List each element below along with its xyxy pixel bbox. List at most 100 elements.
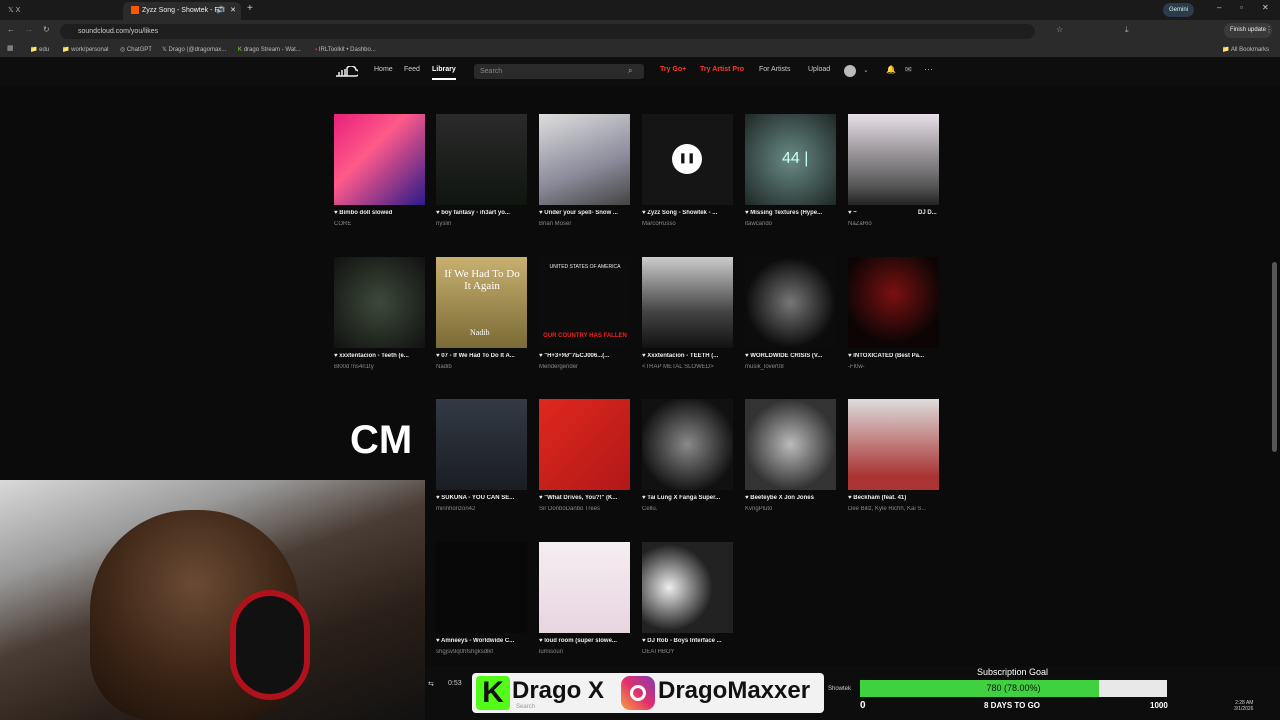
url-field[interactable]: soundcloud.com/you/likes	[60, 24, 1035, 39]
track-artist[interactable]: MarcoRusso	[642, 221, 737, 227]
track-title[interactable]: ♥ Under your spell- Snow ...	[539, 210, 634, 216]
forward-icon[interactable]: →	[25, 25, 33, 34]
track-title[interactable]: ♥ Beeteybe X Jon Jones	[745, 495, 840, 501]
track-artwork[interactable]	[848, 114, 939, 205]
player-toggle-icon[interactable]: ⇆	[428, 680, 434, 688]
track-artist[interactable]: Dee Billz, Kyle Richh, Kai S...	[848, 506, 943, 512]
messages-envelope-icon[interactable]: ✉	[905, 65, 912, 74]
track-artist[interactable]: Cellu.	[642, 506, 737, 512]
track-title[interactable]: ♥ SUKUNA - YOU CAN SE...	[436, 495, 531, 501]
bookmark-irltoolkit[interactable]: ▪ IRLToolkit • Dashbo...	[315, 44, 376, 56]
reload-icon[interactable]: ↻	[43, 25, 50, 34]
track-artist[interactable]: -Fl0w-	[848, 364, 943, 370]
track-title[interactable]: ♥ 07 - If We Had To Do It A...	[436, 353, 531, 359]
track-artist[interactable]: NaZaRio	[848, 221, 943, 227]
notifications-bell-icon[interactable]: 🔔	[886, 65, 896, 74]
bookmark-edu[interactable]: 📁 edu	[30, 44, 49, 56]
tab-soundcloud[interactable]: Zyzz Song - Showtek - FTI 🔊 ✕	[123, 2, 241, 20]
track-artwork[interactable]	[334, 114, 425, 205]
track-title[interactable]: ♥ "H+3+Я∂"7ЬCJ006...(...	[539, 353, 634, 359]
track-artist[interactable]: Brian Moser	[539, 221, 634, 227]
track-artist[interactable]: KvngPluto	[745, 506, 840, 512]
track-artwork[interactable]	[745, 399, 836, 490]
track-title[interactable]: ♥ WORLDWIDE CRISIS (V...	[745, 353, 840, 359]
track-artist[interactable]: Mendergender	[539, 364, 634, 370]
track-artist[interactable]: <TRAP METAL SLOWED>	[642, 364, 737, 370]
track-title[interactable]: ♥ Amneeys - Worldwide C...	[436, 638, 531, 644]
track-artwork[interactable]	[642, 399, 733, 490]
upload-link[interactable]: Upload	[808, 66, 830, 73]
chevron-down-icon[interactable]: ⌄	[863, 66, 869, 74]
track-title[interactable]: ♥ Xxxtentacion - TEETH (...	[642, 353, 737, 359]
subscription-goal-value: 780 (78.00%)	[986, 683, 1041, 693]
track-title[interactable]: ♥ "What Drives, You?!" (K...	[539, 495, 634, 501]
track-artwork[interactable]	[642, 257, 733, 348]
search-icon[interactable]: ⌕	[628, 66, 632, 76]
nav-library[interactable]: Library	[432, 66, 456, 80]
track-artwork[interactable]	[436, 542, 527, 633]
headset-icon	[230, 590, 310, 700]
nav-home[interactable]: Home	[374, 66, 393, 73]
close-tab-icon[interactable]: ✕	[230, 2, 236, 20]
track-artwork[interactable]	[334, 257, 425, 348]
gemini-button[interactable]: Gemini	[1163, 3, 1195, 17]
bookmark-drago-stream[interactable]: K drago Stream - Wat...	[238, 44, 301, 56]
bookmark-all-bookmarks[interactable]: 📁 All Bookmarks	[1222, 44, 1269, 56]
bookmark-star-icon[interactable]: ☆	[1056, 25, 1063, 34]
browser-menu-icon[interactable]: ⋮	[1265, 25, 1273, 34]
more-options-icon[interactable]: ⋯	[924, 64, 933, 75]
bookmark-work-personal[interactable]: 📁 work/personal	[62, 44, 109, 56]
track-artist[interactable]: Nadib	[436, 364, 531, 370]
new-tab-button[interactable]: +	[247, 3, 253, 14]
track-artwork[interactable]	[848, 399, 939, 490]
goal-days-left: 8 DAYS TO GO	[984, 701, 1041, 710]
track-artwork[interactable]	[745, 257, 836, 348]
track-title[interactable]: ♥ Tai Lung X Fanga Super...	[642, 495, 737, 501]
track-artwork[interactable]	[642, 542, 733, 633]
tab-x[interactable]: 𝕏 X	[0, 2, 115, 20]
search-input[interactable]: Search	[474, 64, 644, 79]
track-title[interactable]: ♥ xxxtentacion - Teeth (e...	[334, 353, 429, 359]
track-title[interactable]: ♥ boy fantasy - ih3art yo...	[436, 210, 531, 216]
taskbar-search[interactable]: Search	[516, 704, 535, 710]
download-icon[interactable]: ⤓	[1125, 25, 1129, 35]
track-title[interactable]: ♥ loud room (super slowe...	[539, 638, 634, 644]
track-artist[interactable]: Sir DonboDanbo Trees	[539, 506, 634, 512]
track-artist[interactable]: DEATHBOY	[642, 649, 737, 655]
close-window-button[interactable]: ✕	[1262, 3, 1269, 12]
track-artist[interactable]: shgjsv9q0hfshgksdlkf	[436, 649, 531, 655]
pause-icon: ❚❚	[672, 144, 702, 174]
avatar[interactable]	[844, 65, 856, 77]
track-title[interactable]: ♥ DJ Rob - Boys Interface ...	[642, 638, 737, 644]
page-scrollbar[interactable]	[1272, 262, 1277, 452]
track-artist[interactable]: CORE	[334, 221, 429, 227]
track-artist[interactable]: itawcando	[745, 221, 840, 227]
track-artist[interactable]: Bl00d !ns4n1ty	[334, 364, 429, 370]
track-artwork[interactable]	[436, 399, 527, 490]
minimize-button[interactable]: –	[1217, 3, 1221, 12]
track-artwork[interactable]	[539, 542, 630, 633]
soundcloud-logo-icon[interactable]	[334, 65, 360, 77]
track-artwork[interactable]	[848, 257, 939, 348]
track-artist[interactable]: lumisoun	[539, 649, 634, 655]
try-artist-pro-link[interactable]: Try Artist Pro	[700, 66, 744, 73]
apps-grid-icon[interactable]: ▦	[7, 44, 14, 52]
bookmark-chatgpt[interactable]: ◎ ChatGPT	[120, 44, 152, 56]
bookmark-drago-x[interactable]: 𝕏 Drago (@dragomax...	[162, 44, 226, 56]
track-title[interactable]: ♥ Bimbo doll slowed	[334, 210, 429, 216]
track-artist[interactable]: mirinhorizon42	[436, 506, 531, 512]
track-title[interactable]: ♥ Missing Textures (Hype...	[745, 210, 840, 216]
track-title[interactable]: ♥ INTOXICATED (Best Pa...	[848, 353, 943, 359]
try-go-plus-link[interactable]: Try Go+	[660, 66, 686, 73]
for-artists-link[interactable]: For Artists	[759, 66, 791, 73]
track-title[interactable]: ♥ Beckham (feat. 41)	[848, 495, 943, 501]
nav-feed[interactable]: Feed	[404, 66, 420, 73]
track-artist[interactable]: musik_lover08	[745, 364, 840, 370]
track-artist[interactable]: riyslin	[436, 221, 531, 227]
track-title[interactable]: ♥ Zyzz Song - Showtek - ...	[642, 210, 737, 216]
maximize-button[interactable]: ▫	[1240, 3, 1243, 12]
track-artwork[interactable]	[539, 114, 630, 205]
back-icon[interactable]: ←	[7, 25, 15, 34]
track-artwork[interactable]	[539, 399, 630, 490]
track-artwork[interactable]	[436, 114, 527, 205]
